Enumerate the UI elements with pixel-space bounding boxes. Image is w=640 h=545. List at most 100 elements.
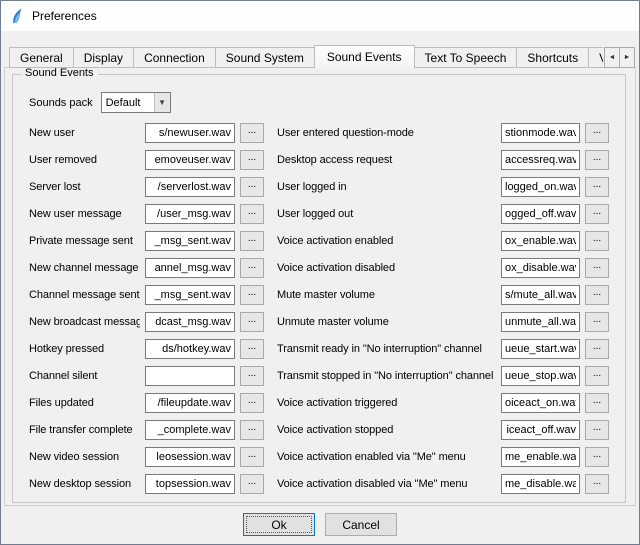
input-new-video-session[interactable] xyxy=(145,447,235,467)
browse-button[interactable]: ... xyxy=(240,258,264,278)
label-desktop-access-request: Desktop access request xyxy=(277,154,496,166)
browse-button[interactable]: ... xyxy=(240,150,264,170)
input-new-channel-message[interactable] xyxy=(145,258,235,278)
input-unmute-master-volume[interactable] xyxy=(501,312,580,332)
label-voice-activation-enabled-me-menu: Voice activation enabled via "Me" menu xyxy=(277,451,496,463)
label-transmit-ready: Transmit ready in "No interruption" chan… xyxy=(277,343,496,355)
input-desktop-access-request[interactable] xyxy=(501,150,580,170)
label-new-broadcast-message: New broadcast message xyxy=(29,316,140,328)
label-voice-activation-enabled: Voice activation enabled xyxy=(277,235,496,247)
input-user-logged-out[interactable] xyxy=(501,204,580,224)
tab-scroll-right-button[interactable]: ► xyxy=(619,47,635,68)
input-user-entered-question-mode[interactable] xyxy=(501,123,580,143)
left-column: New user ... User removed ... Server los… xyxy=(29,123,264,494)
input-voice-activation-enabled-me-menu[interactable] xyxy=(501,447,580,467)
browse-button[interactable]: ... xyxy=(585,177,609,197)
input-voice-activation-enabled[interactable] xyxy=(501,231,580,251)
window-title: Preferences xyxy=(32,9,97,23)
tab-bar: General Display Connection Sound System … xyxy=(9,45,603,68)
browse-button[interactable]: ... xyxy=(240,474,264,494)
browse-button[interactable]: ... xyxy=(585,123,609,143)
tab-connection[interactable]: Connection xyxy=(133,47,216,68)
input-new-user-message[interactable] xyxy=(145,204,235,224)
tab-text-to-speech[interactable]: Text To Speech xyxy=(414,47,518,68)
browse-button[interactable]: ... xyxy=(585,474,609,494)
label-voice-activation-disabled: Voice activation disabled xyxy=(277,262,496,274)
browse-button[interactable]: ... xyxy=(240,204,264,224)
input-new-desktop-session[interactable] xyxy=(145,474,235,494)
label-new-video-session: New video session xyxy=(29,451,140,463)
sound-event-rows: New user ... User removed ... Server los… xyxy=(29,123,609,494)
sounds-pack-select[interactable]: Default ▼ xyxy=(101,92,171,113)
browse-button[interactable]: ... xyxy=(240,366,264,386)
input-voice-activation-stopped[interactable] xyxy=(501,420,580,440)
browse-button[interactable]: ... xyxy=(240,231,264,251)
label-unmute-master-volume: Unmute master volume xyxy=(277,316,496,328)
input-hotkey-pressed[interactable] xyxy=(145,339,235,359)
browse-button[interactable]: ... xyxy=(585,150,609,170)
label-transmit-stopped: Transmit stopped in "No interruption" ch… xyxy=(277,370,496,382)
tab-sound-events[interactable]: Sound Events xyxy=(314,45,415,68)
browse-button[interactable]: ... xyxy=(240,447,264,467)
tab-shortcuts[interactable]: Shortcuts xyxy=(516,47,589,68)
label-file-transfer-complete: File transfer complete xyxy=(29,424,140,436)
browse-button[interactable]: ... xyxy=(585,231,609,251)
tab-general[interactable]: General xyxy=(9,47,74,68)
browse-button[interactable]: ... xyxy=(585,393,609,413)
sound-events-groupbox: Sound Events Sounds pack Default ▼ New u… xyxy=(12,74,626,503)
tab-display[interactable]: Display xyxy=(73,47,134,68)
browse-button[interactable]: ... xyxy=(585,258,609,278)
browse-button[interactable]: ... xyxy=(240,285,264,305)
chevron-down-icon: ▼ xyxy=(154,93,170,112)
sound-events-page: Sound Events Sounds pack Default ▼ New u… xyxy=(4,67,636,506)
titlebar: Preferences xyxy=(1,1,639,31)
input-voice-activation-triggered[interactable] xyxy=(501,393,580,413)
label-new-user-message: New user message xyxy=(29,208,140,220)
groupbox-title: Sound Events xyxy=(21,67,98,79)
browse-button[interactable]: ... xyxy=(585,204,609,224)
input-new-broadcast-message[interactable] xyxy=(145,312,235,332)
browse-button[interactable]: ... xyxy=(585,420,609,440)
browse-button[interactable]: ... xyxy=(240,123,264,143)
label-hotkey-pressed: Hotkey pressed xyxy=(29,343,140,355)
cancel-button[interactable]: Cancel xyxy=(325,513,397,536)
browse-button[interactable]: ... xyxy=(585,447,609,467)
sounds-pack-value: Default xyxy=(102,97,154,109)
input-channel-silent[interactable] xyxy=(145,366,235,386)
input-private-message-sent[interactable] xyxy=(145,231,235,251)
input-file-transfer-complete[interactable] xyxy=(145,420,235,440)
label-voice-activation-disabled-me-menu: Voice activation disabled via "Me" menu xyxy=(277,478,496,490)
browse-button[interactable]: ... xyxy=(585,285,609,305)
input-mute-master-volume[interactable] xyxy=(501,285,580,305)
tab-sound-system[interactable]: Sound System xyxy=(215,47,315,68)
browse-button[interactable]: ... xyxy=(240,393,264,413)
label-new-user: New user xyxy=(29,127,140,139)
ok-button[interactable]: Ok xyxy=(243,513,315,536)
input-user-removed[interactable] xyxy=(145,150,235,170)
input-server-lost[interactable] xyxy=(145,177,235,197)
tab-video[interactable]: Video xyxy=(588,47,603,68)
label-user-removed: User removed xyxy=(29,154,140,166)
browse-button[interactable]: ... xyxy=(240,420,264,440)
tab-scroll-left-button[interactable]: ◄ xyxy=(604,47,620,68)
label-voice-activation-triggered: Voice activation triggered xyxy=(277,397,496,409)
browse-button[interactable]: ... xyxy=(240,339,264,359)
input-new-user[interactable] xyxy=(145,123,235,143)
tab-scroll-buttons: ◄ ► xyxy=(605,47,635,68)
input-transmit-ready[interactable] xyxy=(501,339,580,359)
browse-button[interactable]: ... xyxy=(585,312,609,332)
input-channel-message-sent[interactable] xyxy=(145,285,235,305)
label-user-entered-question-mode: User entered question-mode xyxy=(277,127,496,139)
input-user-logged-in[interactable] xyxy=(501,177,580,197)
browse-button[interactable]: ... xyxy=(240,177,264,197)
browse-button[interactable]: ... xyxy=(240,312,264,332)
label-new-channel-message: New channel message xyxy=(29,262,140,274)
browse-button[interactable]: ... xyxy=(585,366,609,386)
input-voice-activation-disabled-me-menu[interactable] xyxy=(501,474,580,494)
arrow-right-icon: ► xyxy=(624,54,631,61)
input-transmit-stopped[interactable] xyxy=(501,366,580,386)
label-channel-message-sent: Channel message sent xyxy=(29,289,140,301)
input-files-updated[interactable] xyxy=(145,393,235,413)
browse-button[interactable]: ... xyxy=(585,339,609,359)
input-voice-activation-disabled[interactable] xyxy=(501,258,580,278)
